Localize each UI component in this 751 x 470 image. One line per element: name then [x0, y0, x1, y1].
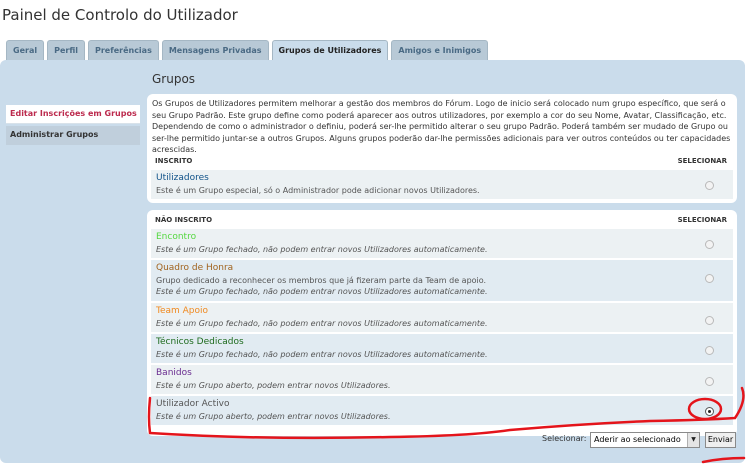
group-name[interactable]: Encontro — [156, 232, 196, 242]
group-description: Grupo dedicado a reconhecer os membros q… — [156, 276, 487, 285]
group-row-tecnicos-dedicados: Técnicos Dedicados Este é um Grupo fecha… — [151, 333, 733, 363]
sidebar-menu: Editar Inscrições em Grupos Administrar … — [6, 105, 140, 145]
member-header: INSCRITO SELECIONAR — [151, 155, 733, 167]
group-name[interactable]: Team Apoio — [156, 306, 208, 316]
tab-preferencias[interactable]: Preferências — [87, 40, 159, 60]
page-title: Painel de Controlo do Utilizador — [2, 6, 238, 24]
group-row-encontro: Encontro Este é um Grupo fechado, não po… — [151, 228, 733, 258]
group-description-status: Este é um Grupo fechado, não podem entra… — [156, 287, 488, 296]
submit-button[interactable]: Enviar — [705, 432, 736, 448]
tab-bar: Geral Perfil Preferências Mensagens Priv… — [6, 40, 491, 61]
action-select[interactable]: Aderir ao selecionado ▼ — [590, 432, 700, 448]
group-name[interactable]: Banidos — [156, 368, 192, 378]
group-description: Este é um Grupo fechado, não podem entra… — [156, 319, 488, 328]
group-row-team-apoio: Team Apoio Este é um Grupo fechado, não … — [151, 302, 733, 332]
group-radio[interactable] — [705, 274, 714, 283]
nonmember-header: NÃO INSCRITO SELECIONAR — [151, 214, 733, 226]
tab-mensagens-privadas[interactable]: Mensagens Privadas — [161, 40, 269, 60]
sidebar-item-editar-inscricoes[interactable]: Editar Inscrições em Grupos — [6, 105, 140, 124]
nonmember-select-header: SELECIONAR — [677, 216, 727, 224]
select-label: Selecionar: — [542, 434, 587, 443]
member-header-label: INSCRITO — [155, 157, 193, 165]
group-name[interactable]: Utilizador Activo — [156, 399, 229, 409]
group-description: Este é um Grupo aberto, podem entrar nov… — [156, 412, 391, 421]
group-row-utilizadores: Utilizadores Este é um Grupo especial, s… — [151, 169, 733, 199]
group-radio[interactable] — [705, 346, 714, 355]
group-name[interactable]: Utilizadores — [156, 173, 209, 183]
group-radio[interactable] — [705, 377, 714, 386]
nonmember-header-label: NÃO INSCRITO — [155, 216, 213, 224]
group-radio[interactable] — [705, 316, 714, 325]
groups-description: Os Grupos de Utilizadores permitem melho… — [152, 99, 731, 154]
group-radio[interactable] — [705, 181, 714, 190]
sidebar-item-administrar-grupos[interactable]: Administrar Grupos — [6, 126, 140, 145]
action-select-value: Aderir ao selecionado — [594, 435, 681, 444]
group-description: Este é um Grupo fechado, não podem entra… — [156, 245, 488, 254]
group-row-banidos: Banidos Este é um Grupo aberto, podem en… — [151, 364, 733, 394]
nonmember-groups-box: NÃO INSCRITO SELECIONAR Encontro Este é … — [147, 210, 737, 436]
group-name[interactable]: Quadro de Honra — [156, 263, 233, 273]
tab-geral[interactable]: Geral — [6, 40, 45, 60]
group-description: Este é um Grupo aberto, podem entrar nov… — [156, 381, 391, 390]
tab-perfil[interactable]: Perfil — [47, 40, 85, 60]
group-row-utilizador-activo: Utilizador Activo Este é um Grupo aberto… — [151, 395, 733, 425]
group-description: Este é um Grupo fechado, não podem entra… — [156, 350, 488, 359]
group-name[interactable]: Técnicos Dedicados — [156, 337, 244, 347]
dropdown-arrow-icon[interactable]: ▼ — [687, 433, 699, 447]
section-title: Grupos — [152, 72, 196, 86]
group-radio-selected[interactable] — [705, 407, 714, 416]
group-radio[interactable] — [705, 240, 714, 249]
member-groups-box: Os Grupos de Utilizadores permitem melho… — [147, 94, 737, 203]
member-select-header: SELECIONAR — [677, 157, 727, 165]
tab-grupos-de-utilizadores[interactable]: Grupos de Utilizadores — [271, 40, 389, 61]
tab-amigos-e-inimigos[interactable]: Amigos e Inimigos — [391, 40, 489, 60]
group-description: Este é um Grupo especial, só o Administr… — [156, 186, 480, 195]
user-control-panel: Painel de Controlo do Utilizador Geral P… — [0, 0, 751, 470]
group-row-quadro-de-honra: Quadro de Honra Grupo dedicado a reconhe… — [151, 259, 733, 301]
